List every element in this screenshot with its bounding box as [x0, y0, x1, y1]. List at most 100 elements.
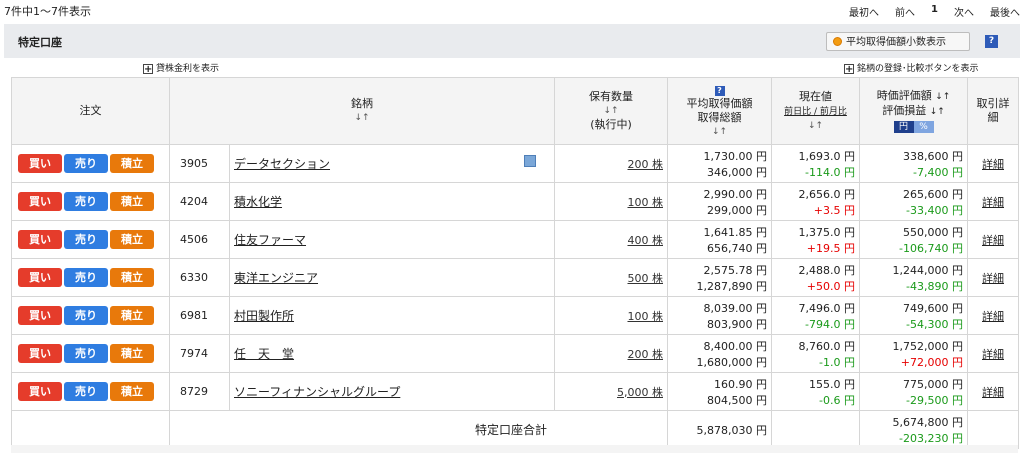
- lending-rate-toggle[interactable]: + 貸株金利を表示: [143, 61, 219, 74]
- price-change: -0.6 円: [819, 393, 855, 407]
- reserve-button[interactable]: 積立: [110, 268, 154, 287]
- avg-price: 2,990.00 円: [703, 187, 767, 201]
- avg-cell: 160.90 円 804,500 円: [667, 372, 772, 411]
- price-change: -1.0 円: [819, 355, 855, 369]
- buy-button[interactable]: 買い: [18, 230, 62, 249]
- header-qty[interactable]: 保有数量 ↓↑ (執行中): [554, 77, 668, 145]
- reserve-button[interactable]: 積立: [110, 382, 154, 401]
- yen-button[interactable]: 円: [893, 121, 914, 133]
- current-price: 1,375.0 円: [798, 225, 855, 239]
- avg-cell: 8,400.00 円 1,680,000 円: [667, 334, 772, 373]
- calculator-icon[interactable]: [524, 155, 536, 167]
- avg-price: 1,641.85 円: [703, 225, 767, 239]
- buy-button[interactable]: 買い: [18, 268, 62, 287]
- stock-code: 4204: [169, 182, 230, 221]
- header-qty-sub: (執行中): [590, 118, 632, 131]
- pager-last[interactable]: 最後へ: [990, 4, 1020, 19]
- reserve-button[interactable]: 積立: [110, 154, 154, 173]
- detail-link[interactable]: 詳細: [967, 220, 1019, 259]
- sort-icon[interactable]: ↓↑: [668, 125, 771, 139]
- pager-next[interactable]: 次へ: [954, 4, 974, 19]
- buy-button[interactable]: 買い: [18, 154, 62, 173]
- sort-icon[interactable]: ↓↑: [930, 107, 945, 117]
- table-row: 買い 売り 積立 4506 住友ファーマ 400 株 1,641.85 円 656,…: [11, 220, 1019, 259]
- total-eval: 5,674,800 円: [892, 415, 963, 429]
- detail-link[interactable]: 詳細: [967, 334, 1019, 373]
- header-eval[interactable]: 時価評価額 ↓↑ 評価損益 ↓↑ 円%: [859, 77, 968, 145]
- price-cell: 2,656.0 円 +3.5 円: [771, 182, 860, 221]
- sort-icon[interactable]: ↓↑: [935, 92, 950, 102]
- reserve-button[interactable]: 積立: [110, 344, 154, 363]
- qty-link[interactable]: 200 株: [628, 158, 664, 171]
- sell-button[interactable]: 売り: [64, 306, 108, 325]
- header-price[interactable]: 現在値 前日比 / 前月比 ↓↑: [771, 77, 860, 145]
- price-cell: 155.0 円 -0.6 円: [771, 372, 860, 411]
- avg-price-decimal-button[interactable]: 平均取得価額小数表示: [826, 32, 970, 51]
- eval-pl: +72,000 円: [900, 355, 963, 369]
- sell-button[interactable]: 売り: [64, 154, 108, 173]
- price-cell: 1,693.0 円 -114.0 円: [771, 144, 860, 183]
- qty-link[interactable]: 200 株: [628, 348, 664, 361]
- acq-total: 804,500 円: [707, 393, 767, 407]
- stock-name-link[interactable]: 積水化学: [234, 195, 282, 209]
- order-buttons: 買い 売り 積立: [11, 144, 170, 183]
- reserve-button[interactable]: 積立: [110, 306, 154, 325]
- sell-button[interactable]: 売り: [64, 344, 108, 363]
- acq-total: 656,740 円: [707, 241, 767, 255]
- buy-button[interactable]: 買い: [18, 344, 62, 363]
- buy-button[interactable]: 買い: [18, 192, 62, 211]
- sell-button[interactable]: 売り: [64, 382, 108, 401]
- stock-code: 4506: [169, 220, 230, 259]
- stock-name-link[interactable]: 住友ファーマ: [234, 233, 306, 247]
- help-icon[interactable]: ?: [985, 35, 998, 48]
- sell-button[interactable]: 売り: [64, 192, 108, 211]
- qty-link[interactable]: 500 株: [628, 272, 664, 285]
- header-avg[interactable]: ? 平均取得価額 取得総額 ↓↑: [667, 77, 772, 145]
- header-avg-label: 平均取得価額: [686, 97, 753, 110]
- detail-link[interactable]: 詳細: [967, 144, 1019, 183]
- yen-percent-toggle[interactable]: 円%: [893, 121, 934, 133]
- header-price-sub[interactable]: 前日比 / 前月比: [784, 107, 847, 117]
- detail-link[interactable]: 詳細: [967, 258, 1019, 297]
- result-count: 7件中1～7件表示: [4, 5, 91, 18]
- detail-link[interactable]: 詳細: [967, 372, 1019, 411]
- reserve-button[interactable]: 積立: [110, 230, 154, 249]
- stock-name-link[interactable]: 村田製作所: [234, 309, 294, 323]
- table-header-row: 注文 銘柄 ↓↑ 保有数量 ↓↑ (執行中) ? 平均取得価額 取得総額 ↓↑ …: [11, 77, 1019, 145]
- sort-icon[interactable]: ↓↑: [170, 111, 554, 125]
- table-footer: [11, 445, 1018, 453]
- pager-first[interactable]: 最初へ: [849, 4, 879, 19]
- avg-cell: 2,575.78 円 1,287,890 円: [667, 258, 772, 297]
- price-cell: 2,488.0 円 +50.0 円: [771, 258, 860, 297]
- stock-name-link[interactable]: データセクション: [234, 157, 330, 171]
- sort-icon[interactable]: ↓↑: [555, 104, 667, 118]
- qty-cell: 100 株: [554, 182, 668, 221]
- detail-link[interactable]: 詳細: [967, 182, 1019, 221]
- detail-link[interactable]: 詳細: [967, 296, 1019, 335]
- sort-icon[interactable]: ↓↑: [772, 119, 859, 133]
- buy-button[interactable]: 買い: [18, 306, 62, 325]
- stock-name-link[interactable]: ソニーフィナンシャルグループ: [234, 385, 400, 399]
- stock-code: 7974: [169, 334, 230, 373]
- qty-link[interactable]: 5,000 株: [617, 386, 663, 399]
- top-bar: 7件中1～7件表示 最初へ 前へ 1 次へ 最後へ: [0, 0, 1024, 20]
- stock-name-link[interactable]: 任 天 堂: [234, 347, 294, 361]
- qty-link[interactable]: 400 株: [628, 234, 664, 247]
- buy-button[interactable]: 買い: [18, 382, 62, 401]
- qty-link[interactable]: 100 株: [628, 310, 664, 323]
- sell-button[interactable]: 売り: [64, 230, 108, 249]
- reserve-button[interactable]: 積立: [110, 192, 154, 211]
- stock-name-cell: ソニーフィナンシャルグループ: [229, 372, 555, 411]
- help-icon[interactable]: ?: [714, 86, 725, 96]
- header-name[interactable]: 銘柄 ↓↑: [169, 77, 555, 145]
- total-empty: [771, 410, 860, 449]
- header-order: 注文: [11, 77, 170, 145]
- current-price: 8,760.0 円: [798, 339, 855, 353]
- qty-link[interactable]: 100 株: [628, 196, 664, 209]
- percent-button[interactable]: %: [913, 121, 934, 133]
- current-price: 1,693.0 円: [798, 149, 855, 163]
- sell-button[interactable]: 売り: [64, 268, 108, 287]
- pager-prev[interactable]: 前へ: [895, 4, 915, 19]
- register-compare-toggle[interactable]: + 銘柄の登録･比較ボタンを表示: [844, 61, 979, 74]
- stock-name-link[interactable]: 東洋エンジニア: [234, 271, 318, 285]
